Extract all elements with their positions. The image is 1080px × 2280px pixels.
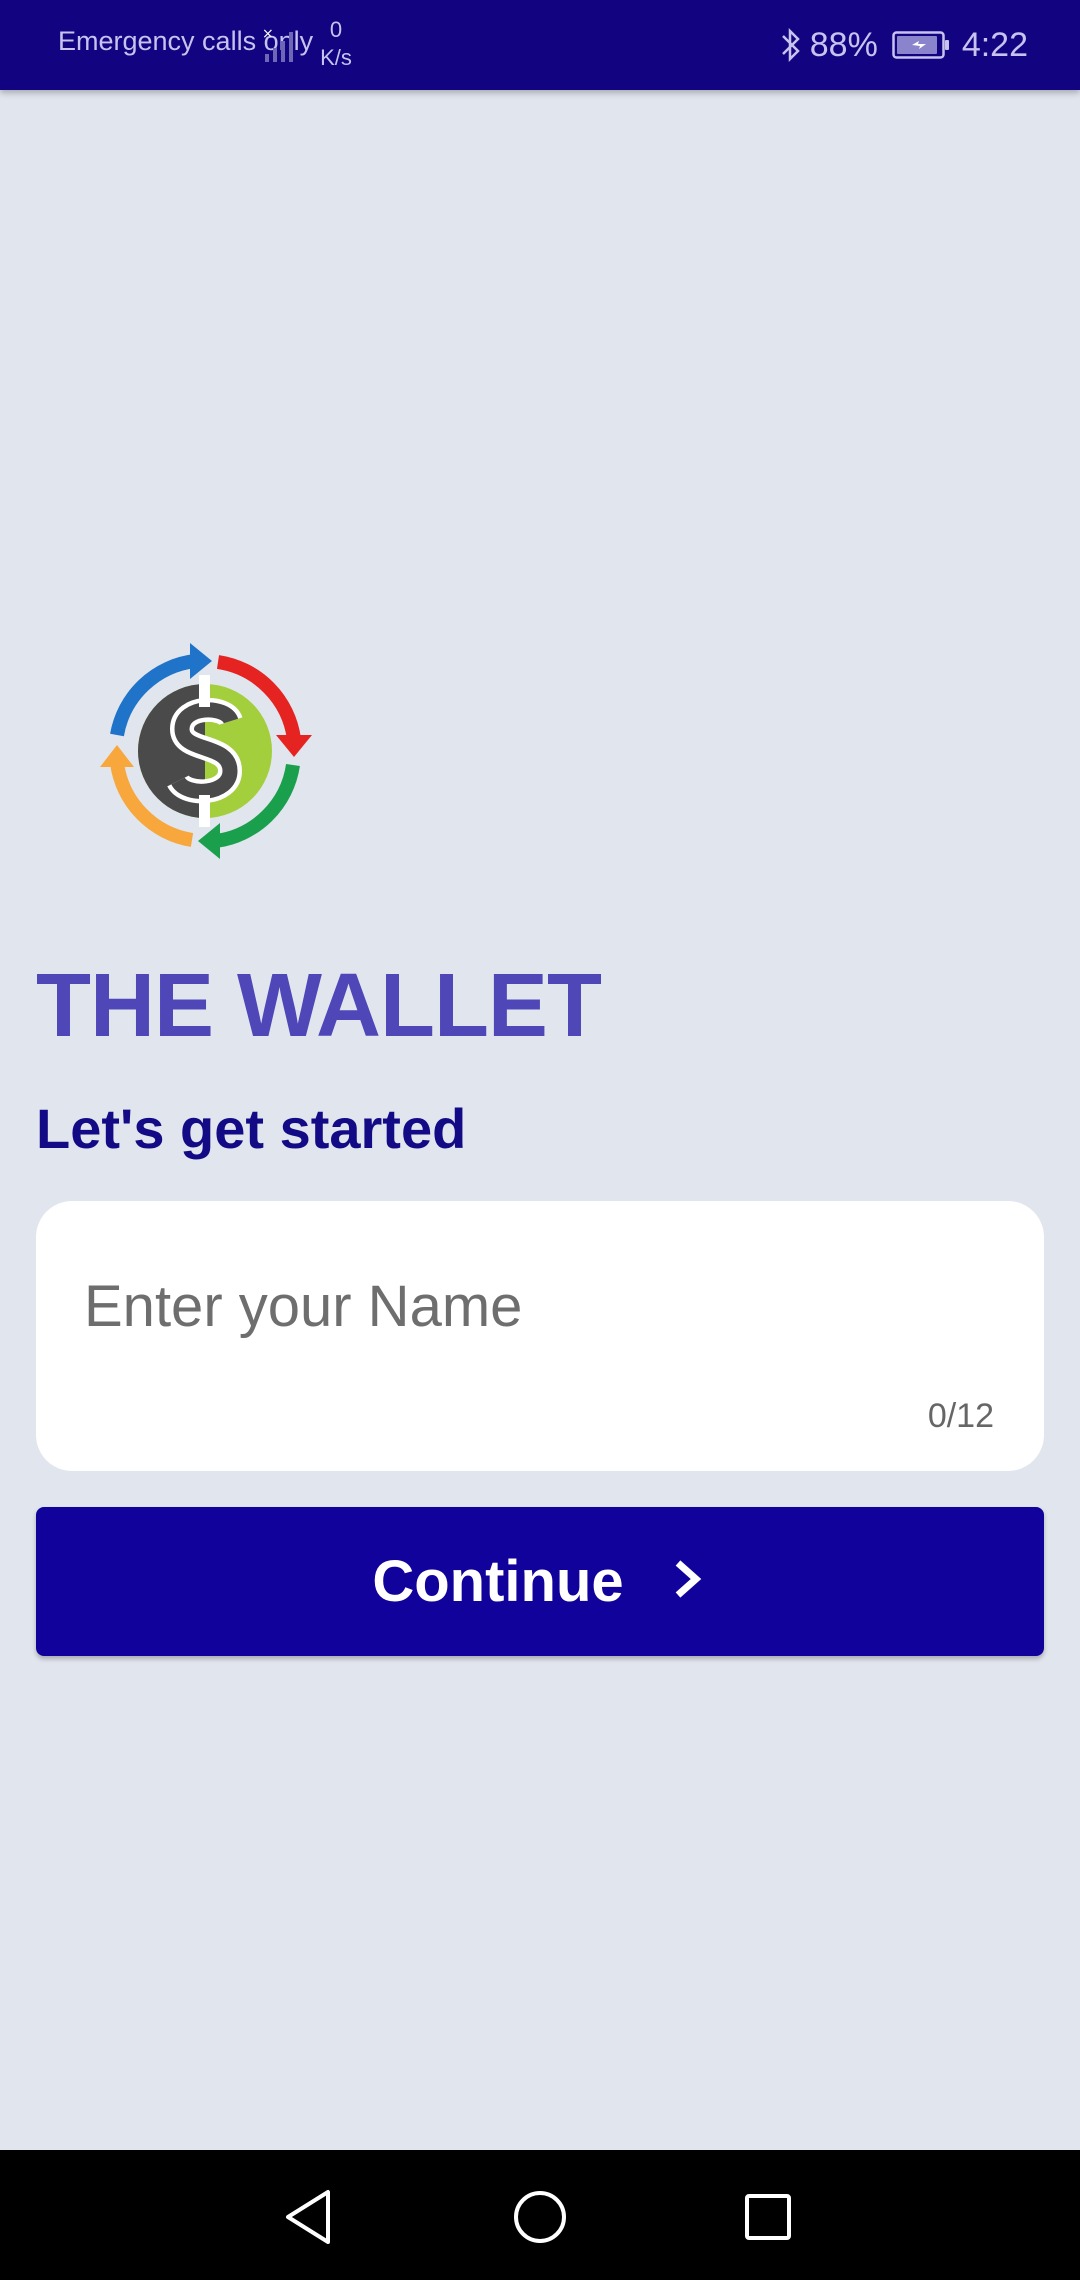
status-right-group: 88% 4:22: [780, 22, 1028, 68]
back-icon[interactable]: [274, 2182, 344, 2252]
continue-button-label: Continue: [372, 1549, 624, 1614]
continue-button[interactable]: Continue: [36, 1507, 1044, 1656]
name-input-card: 0/12: [36, 1201, 1044, 1471]
svg-text:×: ×: [262, 26, 274, 42]
network-speed-unit: K/s: [320, 45, 352, 70]
chevron-right-icon: [675, 1559, 701, 1598]
network-speed-value: 0: [329, 17, 343, 42]
bluetooth-icon: [781, 27, 800, 63]
battery-percent: 88%: [809, 25, 878, 64]
app-title: THE WALLET: [36, 956, 602, 1056]
navigation-bar: [0, 2150, 1080, 2280]
name-input[interactable]: [84, 1261, 984, 1351]
recents-icon[interactable]: [733, 2182, 803, 2252]
clock: 4:22: [961, 25, 1028, 64]
battery-icon: [892, 31, 949, 59]
character-counter: 0/12: [927, 1397, 994, 1435]
signal-icon: ×: [262, 26, 293, 62]
network-speed: 0 K/s: [316, 16, 356, 72]
home-icon[interactable]: [505, 2182, 575, 2252]
page-subtitle: Let's get started: [36, 1097, 467, 1160]
status-bar: Emergency calls only × 0 K/s 88% 4:22: [0, 0, 1080, 90]
wallet-logo-icon: [100, 643, 312, 859]
